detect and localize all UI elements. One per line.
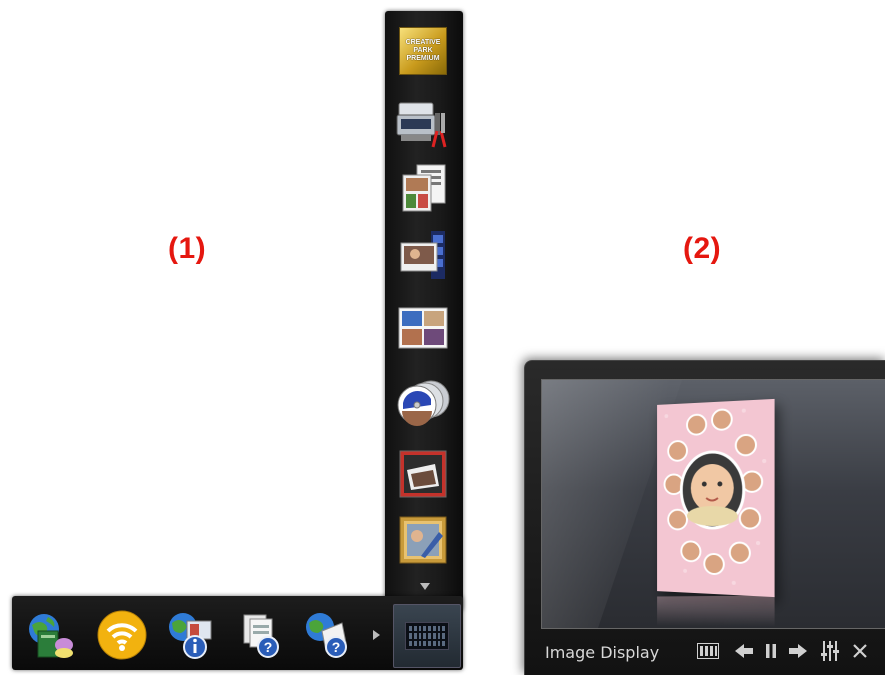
badge-line-2: PARK — [413, 47, 433, 54]
globe-help-icon: ? — [306, 613, 347, 658]
globe-info-icon — [169, 613, 212, 659]
web-info-button[interactable] — [163, 608, 219, 662]
scanner-tools-icon — [396, 102, 447, 148]
image-display-widget[interactable]: Image Display — [524, 360, 885, 675]
callout-2: (2) — [683, 232, 722, 265]
film-photo-button[interactable] — [395, 227, 451, 283]
collage-button[interactable] — [395, 300, 451, 356]
svg-text:?: ? — [332, 639, 341, 655]
creative-park-premium-badge: CREATIVE PARK PREMIUM — [399, 27, 447, 75]
wireless-connection-button[interactable] — [94, 608, 150, 662]
photo-layouts-button[interactable] — [395, 161, 451, 217]
close-icon[interactable] — [853, 644, 867, 658]
grid-view-button[interactable] — [393, 604, 461, 668]
photo-layouts-icon — [402, 164, 446, 212]
grid-view-icon — [405, 622, 449, 650]
next-icon[interactable] — [789, 644, 807, 658]
scroll-right-arrow[interactable] — [373, 630, 380, 640]
baby-photo-collage — [657, 399, 774, 585]
web-service-button[interactable] — [22, 608, 78, 662]
photo-editing-icon — [399, 516, 447, 564]
pause-icon[interactable] — [765, 644, 777, 658]
disc-label-icon — [397, 380, 450, 426]
image-display-title: Image Display — [545, 642, 660, 662]
photo-frame-icon — [399, 450, 447, 498]
help-guide-button[interactable]: ? — [232, 608, 288, 662]
document-help-icon: ? — [243, 614, 279, 658]
wifi-icon — [97, 610, 147, 660]
badge-line-3: PREMIUM — [406, 55, 440, 62]
globe-book-icon — [29, 614, 73, 658]
disc-label-button[interactable] — [395, 373, 451, 429]
settings-icon[interactable] — [821, 641, 839, 661]
view-icon[interactable] — [697, 643, 719, 659]
displayed-photo-card[interactable] — [657, 398, 775, 598]
online-help-button[interactable]: ? — [300, 608, 356, 662]
svg-text:?: ? — [264, 639, 273, 655]
image-display-screen — [541, 379, 885, 629]
film-photo-icon — [400, 231, 445, 279]
collage-icon — [398, 307, 448, 349]
photo-reflection — [657, 595, 775, 627]
creative-park-premium-button[interactable]: CREATIVE PARK PREMIUM — [395, 23, 451, 79]
previous-icon[interactable] — [735, 644, 753, 658]
callout-1: (1) — [168, 232, 207, 265]
scroll-down-arrow[interactable] — [420, 583, 430, 590]
scanner-tools-button[interactable] — [395, 95, 451, 151]
photo-editing-button[interactable] — [395, 512, 451, 568]
photo-frame-button[interactable] — [395, 446, 451, 502]
badge-line-1: CREATIVE — [405, 39, 441, 46]
